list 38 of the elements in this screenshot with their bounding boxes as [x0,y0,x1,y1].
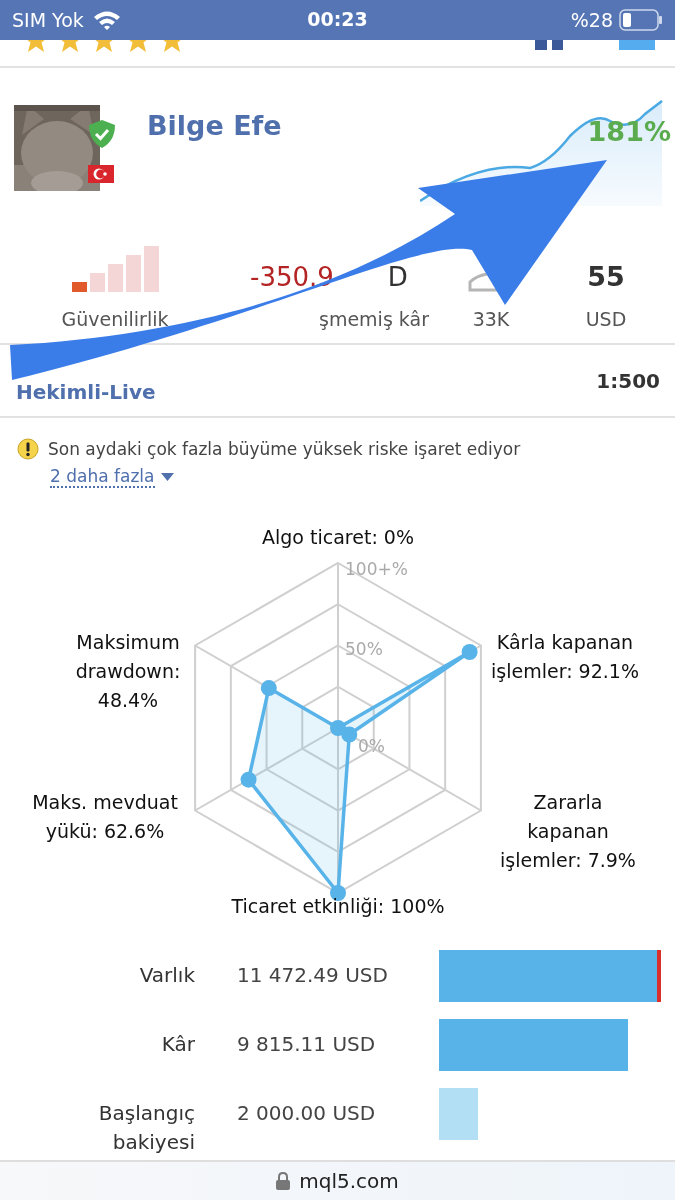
stat-label: şmemiş kâr [319,308,429,330]
balance-label: Kâr [161,1031,195,1058]
battery-icon [619,9,663,31]
lock-icon [276,1172,291,1190]
axis-label: Algo ticaret: 0% [262,525,414,550]
unrealized-profit-value: -350.9 [250,262,334,292]
axis-tick-label: 0% [358,736,385,756]
subscribers-count: 33K [472,308,510,330]
user-name[interactable]: Bilge Efe [147,110,282,141]
warning-icon [17,438,39,460]
caret-icon [160,473,174,481]
clock-time: 00:23 [307,8,368,30]
leverage-value: 1:500 [596,368,660,393]
axis-label: Maksimum drawdown: 48.4% [74,630,182,713]
axis-label: Zararla kapanan işlemler: 7.9% [499,790,637,873]
axis-label: Ticaret etkinliği: 100% [231,894,445,919]
price-value: 55 [587,261,625,292]
flag-icon [88,165,114,183]
balance-value: 2 000.00 USD [237,1100,377,1127]
battery-percent: %28 [570,9,613,31]
axis-tick-label: 50% [345,639,383,659]
account-name[interactable]: Hekimli-Live [16,379,156,404]
axis-tick-label: 100+% [345,559,408,579]
balance-label: Başlangıç bakiyesi [97,1100,195,1156]
stat-label: Güvenilirlik [61,308,169,330]
url-domain[interactable]: mql5.com [299,1169,399,1193]
balance-value: 11 472.49 USD [237,962,389,989]
balance-label: Varlık [139,962,195,989]
currency-fragment: D [387,262,408,292]
axis-label: Maks. mevduat yükü: 62.6% [31,790,179,844]
price-currency: USD [585,308,627,330]
warning-message: Son aydaki çok fazla büyüme yüksek riske işaret ediyor [48,439,521,459]
axis-label: Kârla kapanan işlemler: 92.1% [490,630,640,684]
more-link[interactable]: 2 daha fazla [50,466,174,488]
growth-percent: 181% [587,116,671,147]
verified-shield-icon [88,119,116,149]
carrier-name: SIM Yok [12,9,84,31]
balance-value: 9 815.11 USD [237,1031,377,1058]
